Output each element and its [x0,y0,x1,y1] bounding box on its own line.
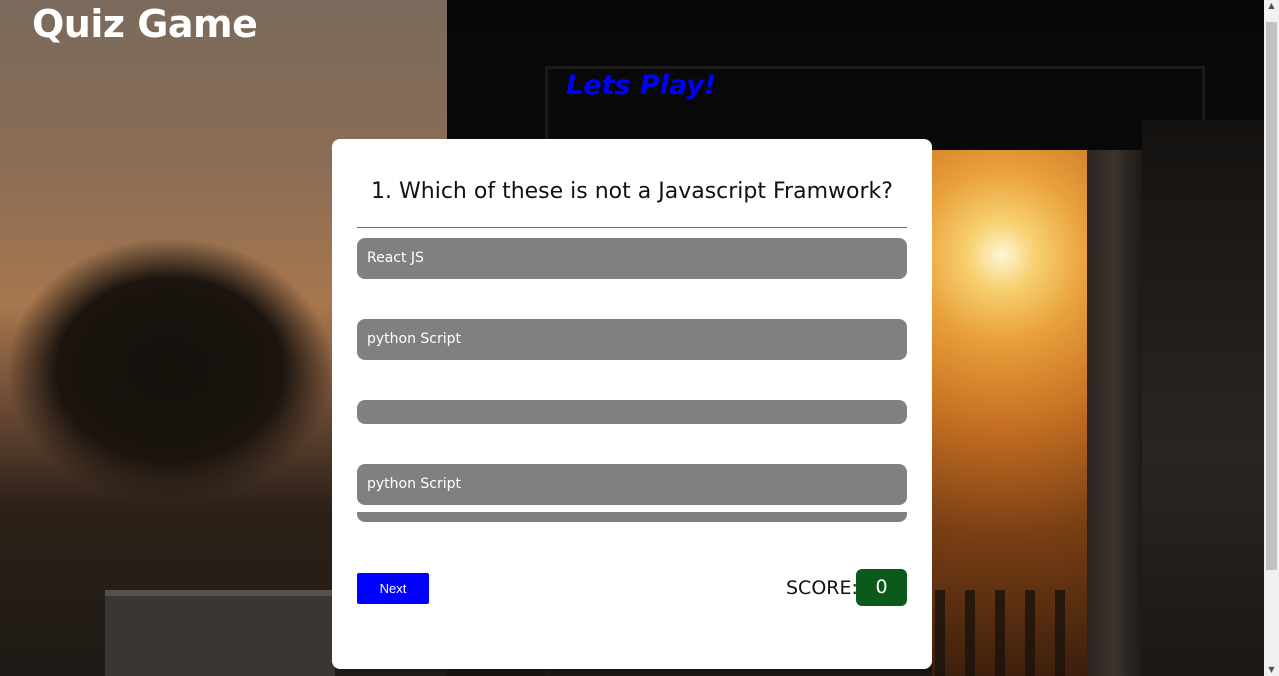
background-tree [10,240,330,500]
app-title: Quiz Game [32,2,258,46]
scrollbar-thumb[interactable] [1266,22,1277,570]
scroll-down-arrow-icon[interactable]: ▼ [1264,664,1279,676]
answer-option-3[interactable] [357,400,907,424]
answer-option-4[interactable]: python Script [357,464,907,505]
background-shutter [1142,120,1264,676]
score-label: SCORE: [786,577,858,599]
subtitle: Lets Play! [566,70,717,101]
divider [357,227,907,228]
background-planter [105,590,335,676]
background-railing [935,590,1085,676]
answer-option-1[interactable]: React JS [357,238,907,279]
scroll-up-arrow-icon[interactable]: ▲ [1264,0,1279,12]
question-text: 1. Which of these is not a Javascript Fr… [371,179,893,204]
answer-option-2[interactable]: python Script [357,319,907,360]
next-button[interactable]: Next [357,573,429,604]
answer-option-5[interactable] [357,512,907,522]
vertical-scrollbar[interactable]: ▲ ▼ [1264,0,1279,676]
quiz-card: 1. Which of these is not a Javascript Fr… [332,139,932,669]
background-door-frame [1087,150,1142,676]
score-value: 0 [856,569,907,606]
